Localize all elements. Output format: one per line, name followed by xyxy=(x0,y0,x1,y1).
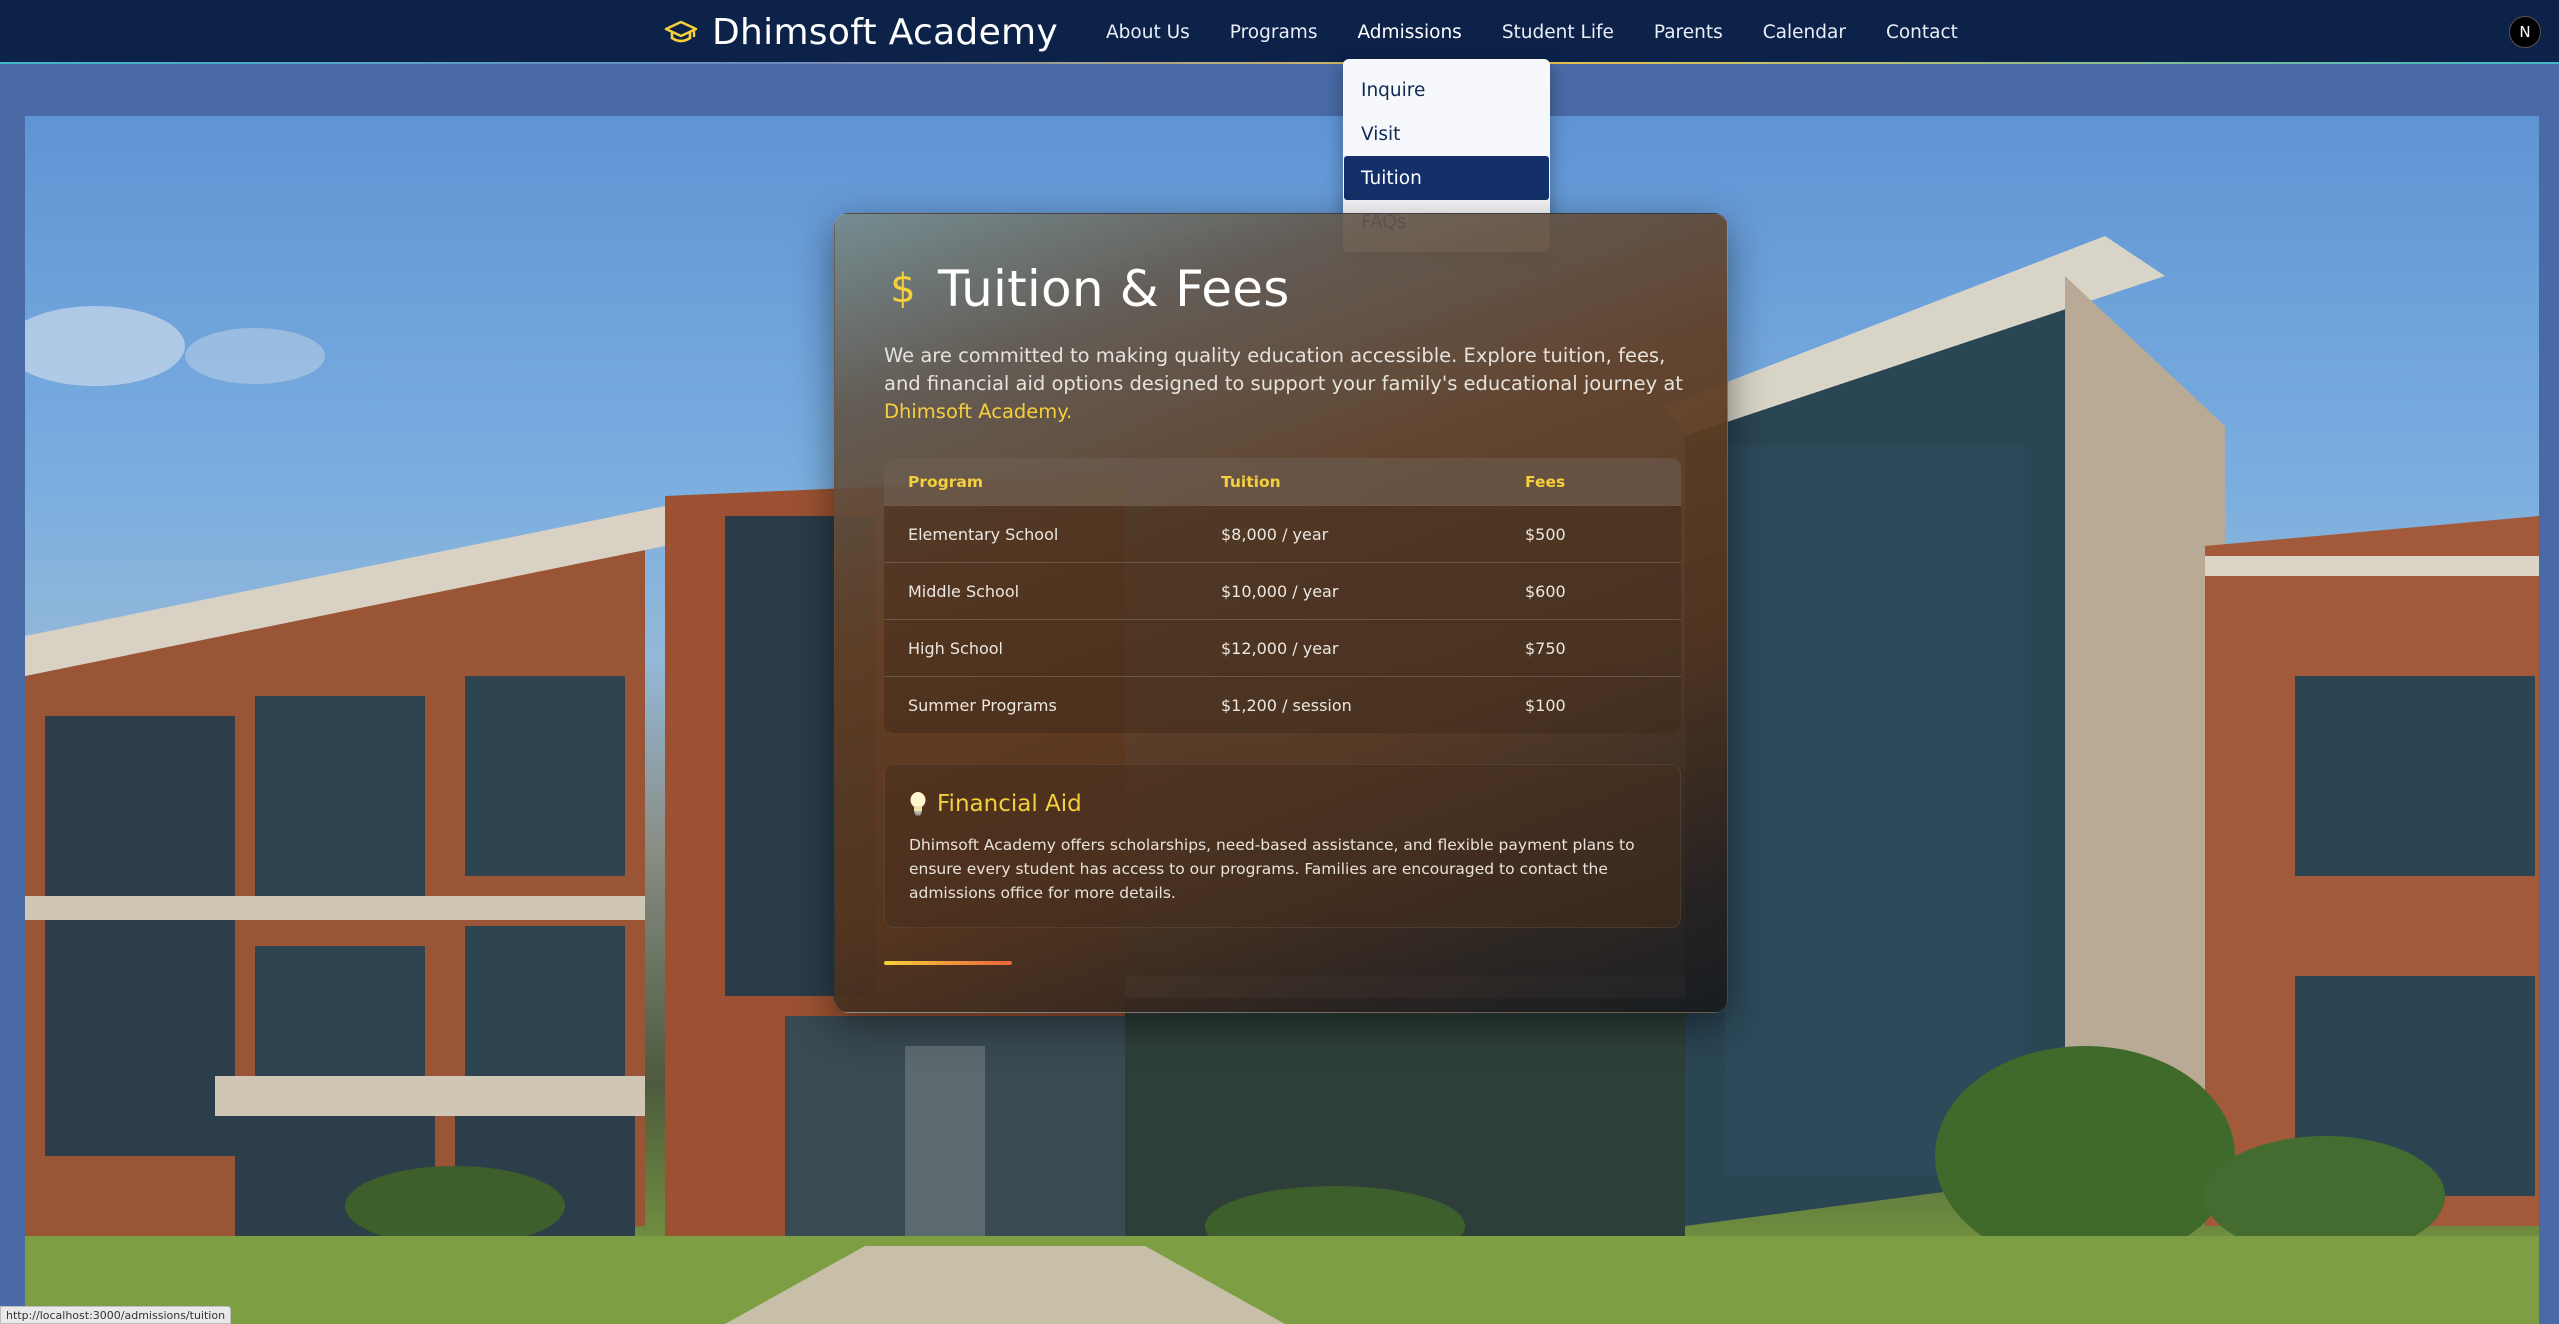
cell-tuition: $8,000 / year xyxy=(1221,524,1329,544)
dollar-icon: $ xyxy=(890,266,916,312)
nav-menu: About Us Programs Admissions Student Lif… xyxy=(1106,0,1958,64)
cell-program: Elementary School xyxy=(908,524,1059,544)
graduation-cap-icon xyxy=(664,20,698,43)
table-row: Elementary School $8,000 / year $500 xyxy=(884,505,1681,562)
financial-aid-box: Financial Aid Dhimsoft Academy offers sc… xyxy=(884,764,1681,928)
page-title-text: Tuition & Fees xyxy=(938,260,1290,318)
dropdown-item-visit[interactable]: Visit xyxy=(1344,112,1549,156)
nav-about-us[interactable]: About Us xyxy=(1106,22,1190,43)
intro-paragraph: We are committed to making quality educa… xyxy=(884,342,1684,426)
cell-program: High School xyxy=(908,638,1003,658)
table-header-row: Program Tuition Fees xyxy=(884,458,1681,505)
dropdown-item-inquire[interactable]: Inquire xyxy=(1344,68,1549,112)
page-title: $ Tuition & Fees xyxy=(884,254,1289,324)
cell-fees: $750 xyxy=(1525,638,1566,658)
column-header-fees: Fees xyxy=(1525,472,1566,491)
lightbulb-icon xyxy=(910,792,926,816)
nav-calendar[interactable]: Calendar xyxy=(1763,22,1846,43)
dropdown-item-tuition[interactable]: Tuition xyxy=(1344,156,1549,200)
cell-program: Middle School xyxy=(908,581,1020,601)
accent-divider xyxy=(884,961,1012,965)
nav-parents[interactable]: Parents xyxy=(1654,22,1723,43)
financial-aid-title: Financial Aid xyxy=(937,791,1082,817)
column-header-tuition: Tuition xyxy=(1221,472,1281,491)
table-row: High School $12,000 / year $750 xyxy=(884,619,1681,676)
cell-fees: $500 xyxy=(1525,524,1566,544)
table-row: Middle School $10,000 / year $600 xyxy=(884,562,1681,619)
user-avatar[interactable]: N xyxy=(2509,16,2541,48)
nav-programs[interactable]: Programs xyxy=(1230,22,1318,43)
cell-tuition: $12,000 / year xyxy=(1221,638,1339,658)
column-header-program: Program xyxy=(908,472,984,491)
table-row: Summer Programs $1,200 / session $100 xyxy=(884,676,1681,733)
nav-admissions[interactable]: Admissions xyxy=(1357,22,1461,43)
cell-fees: $100 xyxy=(1525,695,1566,715)
financial-aid-heading: Financial Aid xyxy=(909,787,1082,821)
cell-fees: $600 xyxy=(1525,581,1566,601)
tuition-card: $ Tuition & Fees We are committed to mak… xyxy=(834,213,1728,1013)
status-bar-url: http://localhost:3000/admissions/tuition xyxy=(0,1306,232,1324)
top-navbar: Dhimsoft Academy About Us Programs Admis… xyxy=(0,0,2559,64)
nav-contact[interactable]: Contact xyxy=(1886,22,1958,43)
brand-name: Dhimsoft Academy xyxy=(712,11,1059,53)
financial-aid-text: Dhimsoft Academy offers scholarships, ne… xyxy=(909,836,1635,902)
brand-logo[interactable]: Dhimsoft Academy xyxy=(664,10,1058,54)
cell-program: Summer Programs xyxy=(908,695,1057,715)
tuition-table: Program Tuition Fees Elementary School $… xyxy=(884,458,1681,733)
cell-tuition: $10,000 / year xyxy=(1221,581,1339,601)
nav-student-life[interactable]: Student Life xyxy=(1502,22,1614,43)
intro-text: We are committed to making quality educa… xyxy=(884,344,1683,395)
cell-tuition: $1,200 / session xyxy=(1221,695,1352,715)
intro-highlight: Dhimsoft Academy. xyxy=(884,400,1073,423)
